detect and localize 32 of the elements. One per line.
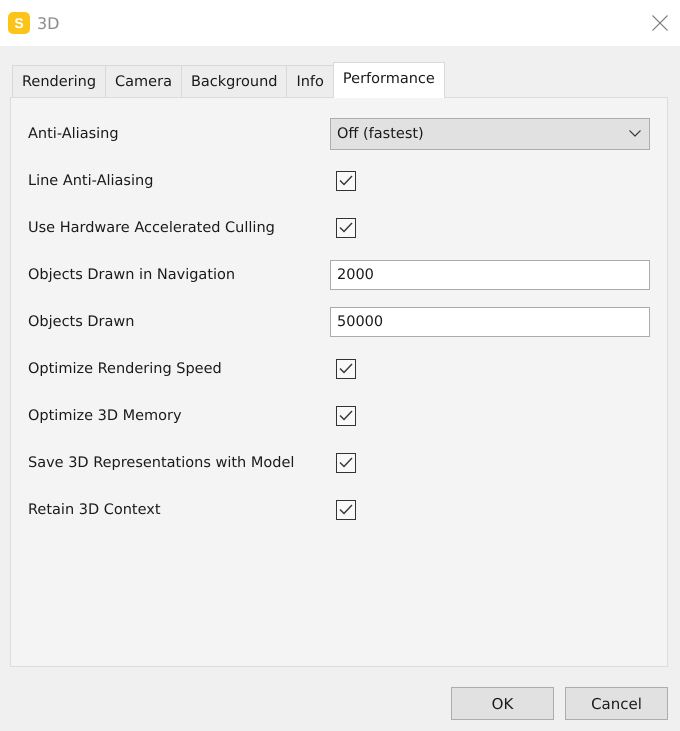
setting-label: Retain 3D Context [28,502,162,518]
check-icon [339,410,353,421]
check-icon [339,222,353,233]
app-icon: S [8,12,30,34]
setting-label: Anti-Aliasing [28,126,120,142]
check-icon [339,504,353,515]
checkbox[interactable] [336,170,356,190]
setting-label: Optimize 3D Memory [28,408,183,424]
input-field[interactable]: 2000 [330,260,650,290]
dialog-button[interactable]: OK [451,687,554,720]
close-icon[interactable] [652,15,668,31]
checkbox[interactable] [336,452,356,472]
checkbox[interactable] [336,406,356,426]
tab[interactable]: Performance [332,62,445,98]
check-icon [339,457,353,468]
setting-label: Optimize Rendering Speed [28,360,223,376]
setting-label: Use Hardware Accelerated Culling [28,220,276,236]
setting-label: Save 3D Representations with Model [28,454,296,470]
checkbox[interactable] [336,358,356,378]
tab[interactable]: Rendering [12,65,106,97]
checkbox[interactable] [336,218,356,238]
setting-label: Line Anti-Aliasing [28,172,154,188]
chevron-down-icon [629,130,641,137]
checkbox[interactable] [336,500,356,520]
input-field[interactable]: 50000 [330,306,650,336]
check-icon [339,175,353,186]
dialog-button[interactable]: Cancel [565,687,668,720]
setting-label: Objects Drawn in Navigation [28,266,236,282]
dropdown[interactable]: Off (fastest) [330,118,650,150]
check-icon [339,363,353,374]
window-title: 3D [37,14,60,32]
setting-label: Objects Drawn [28,314,136,330]
